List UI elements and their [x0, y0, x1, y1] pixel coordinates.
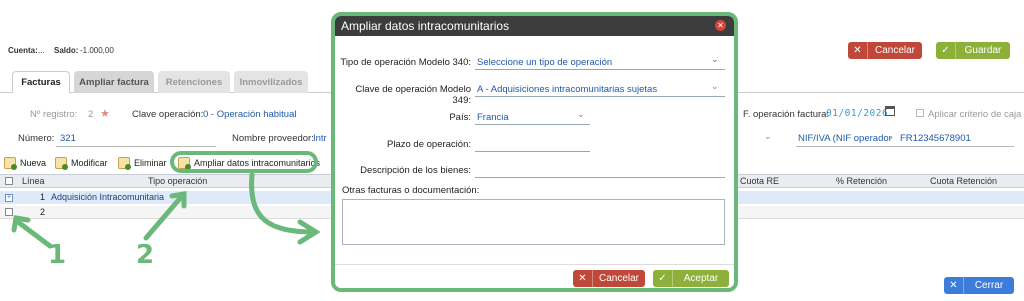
arrow-1 — [15, 219, 53, 249]
dialog-title-bar: Ampliar datos intracomunitarios — [335, 16, 734, 36]
tipo340-underline — [475, 69, 725, 70]
tipo340-label: Tipo de operación Modelo 340: — [340, 57, 471, 68]
pais-label: País: — [449, 112, 471, 123]
clave349-label: Clave de operación Modelo 349: — [355, 84, 471, 106]
descripcion-label: Descripción de los bienes: — [360, 165, 471, 176]
plazo-input[interactable] — [477, 139, 589, 151]
pais-select[interactable]: Francia — [477, 112, 509, 123]
clave349-select[interactable]: A - Adquisiciones intracomunitarias suje… — [477, 84, 657, 95]
otras-label: Otras facturas o documentación: — [342, 185, 480, 196]
check-icon: ✓ — [653, 270, 673, 287]
close-icon[interactable]: ✕ — [715, 20, 726, 31]
annotation-number-2: 2 — [136, 240, 155, 270]
chevron-down-icon[interactable]: ⌄ — [711, 81, 719, 92]
descripcion-underline — [475, 177, 725, 178]
clave349-underline — [475, 96, 725, 97]
descripcion-input[interactable] — [477, 165, 725, 177]
dialog-cancel-button[interactable]: ✕ Cancelar — [573, 270, 645, 287]
chevron-down-icon[interactable]: ⌄ — [577, 109, 585, 120]
dialog-accept-button[interactable]: ✓ Aceptar — [653, 270, 729, 287]
pais-underline — [475, 124, 590, 125]
plazo-underline — [475, 151, 590, 152]
intracomunitarios-dialog: Ampliar datos intracomunitarios ✕ Tipo d… — [331, 12, 738, 292]
plazo-label: Plazo de operación: — [387, 139, 471, 150]
dialog-title: Ampliar datos intracomunitarios — [341, 19, 510, 33]
annotation-number-1: 1 — [48, 240, 67, 270]
dialog-footer-divider — [335, 264, 734, 265]
tipo340-select[interactable]: Seleccione un tipo de operación — [477, 57, 612, 68]
chevron-down-icon[interactable]: ⌄ — [711, 54, 719, 65]
otras-textarea[interactable] — [342, 199, 725, 245]
arrow-2 — [143, 193, 185, 241]
close-icon: ✕ — [573, 270, 593, 287]
